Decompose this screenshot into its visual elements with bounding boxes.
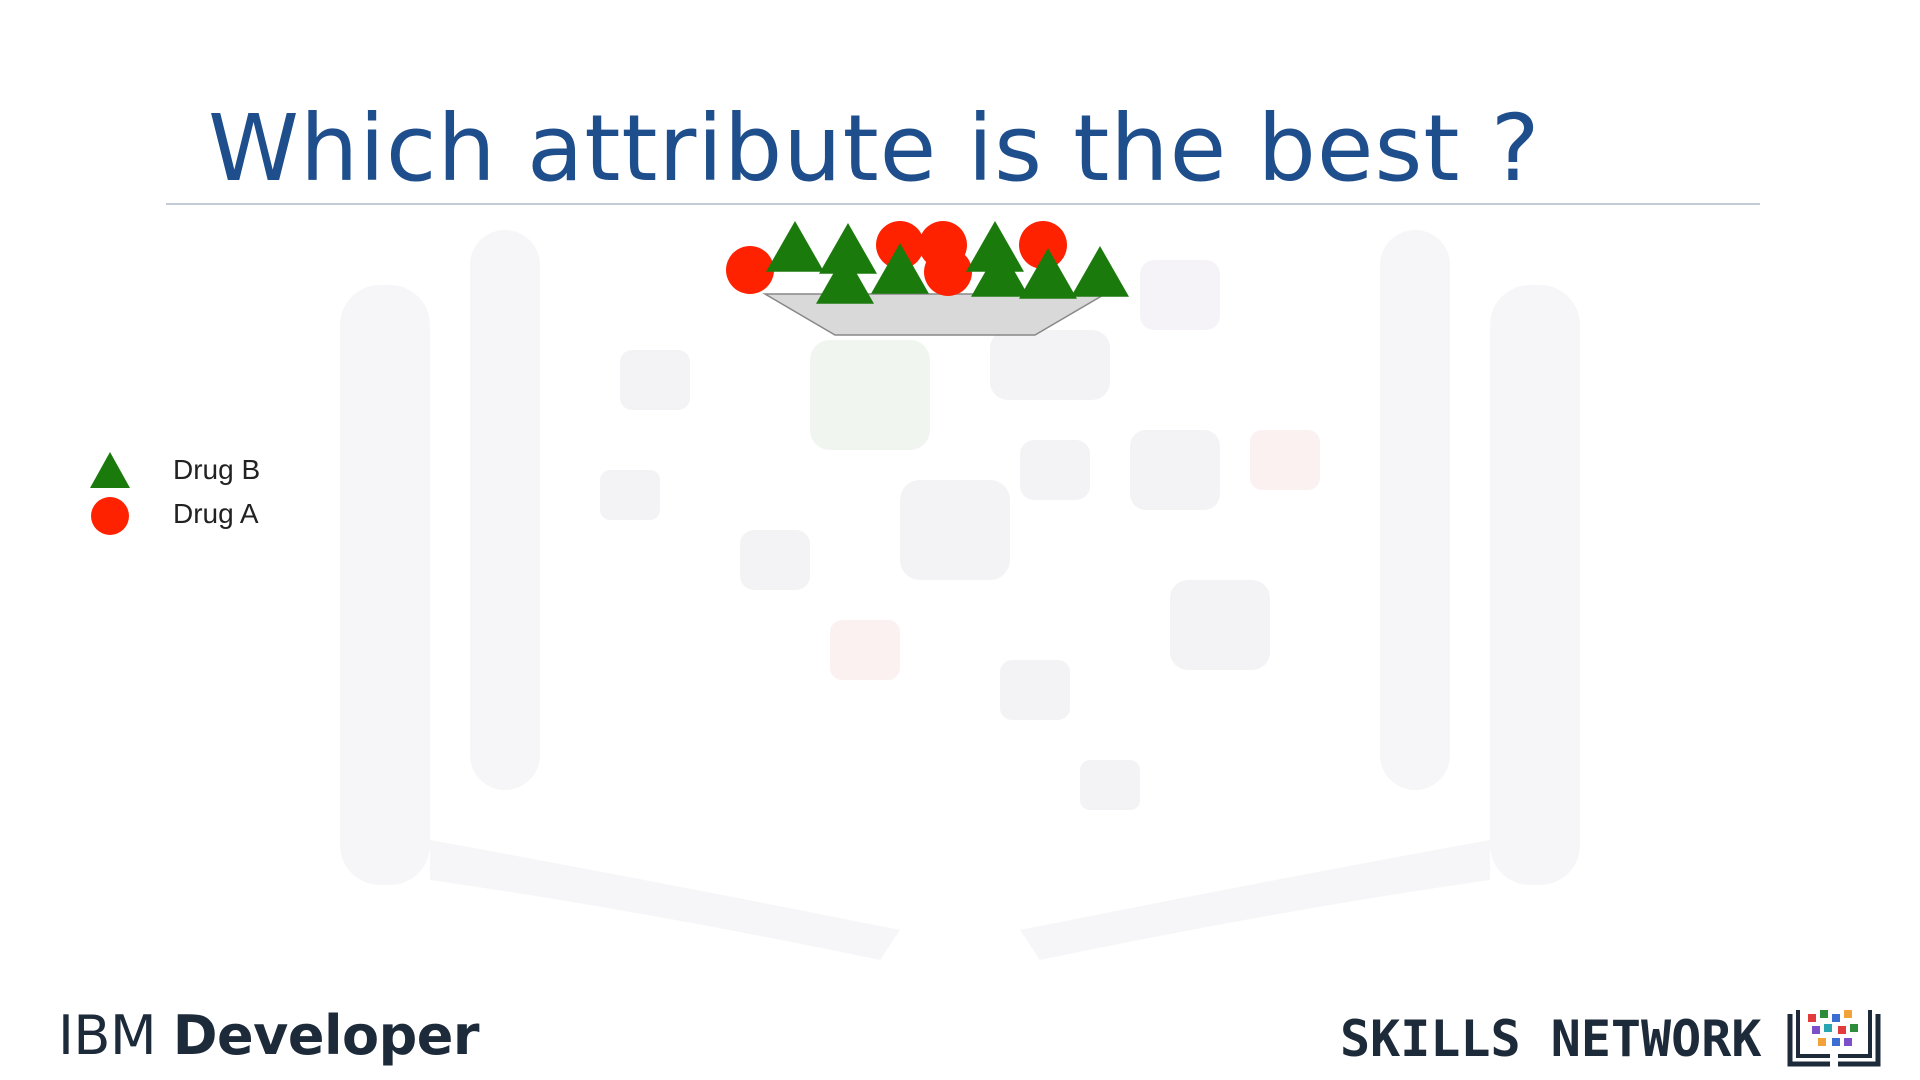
ibm-developer-logo: IBM Developer [58,1004,480,1067]
triangle-icon [90,452,130,488]
root-node [726,221,1129,336]
developer-wordmark: Developer [172,1004,480,1067]
node-tray [762,293,1108,336]
drug-b-triangle [1071,246,1129,297]
skills-network-logo: SKILLS NETWORK [1340,1010,1762,1068]
legend-label-drug-b: Drug B [173,454,261,485]
book-network-icon [1787,1010,1881,1067]
circle-icon [91,497,129,535]
drug-a-circle [726,246,774,294]
slide: Which attribute is the best ? Drug B Dru… [0,0,1920,1080]
ibm-wordmark: IBM [58,1004,157,1067]
legend-label-drug-a: Drug A [173,498,259,529]
drug-a-circle [924,248,972,296]
drug-b-triangle [766,221,824,272]
